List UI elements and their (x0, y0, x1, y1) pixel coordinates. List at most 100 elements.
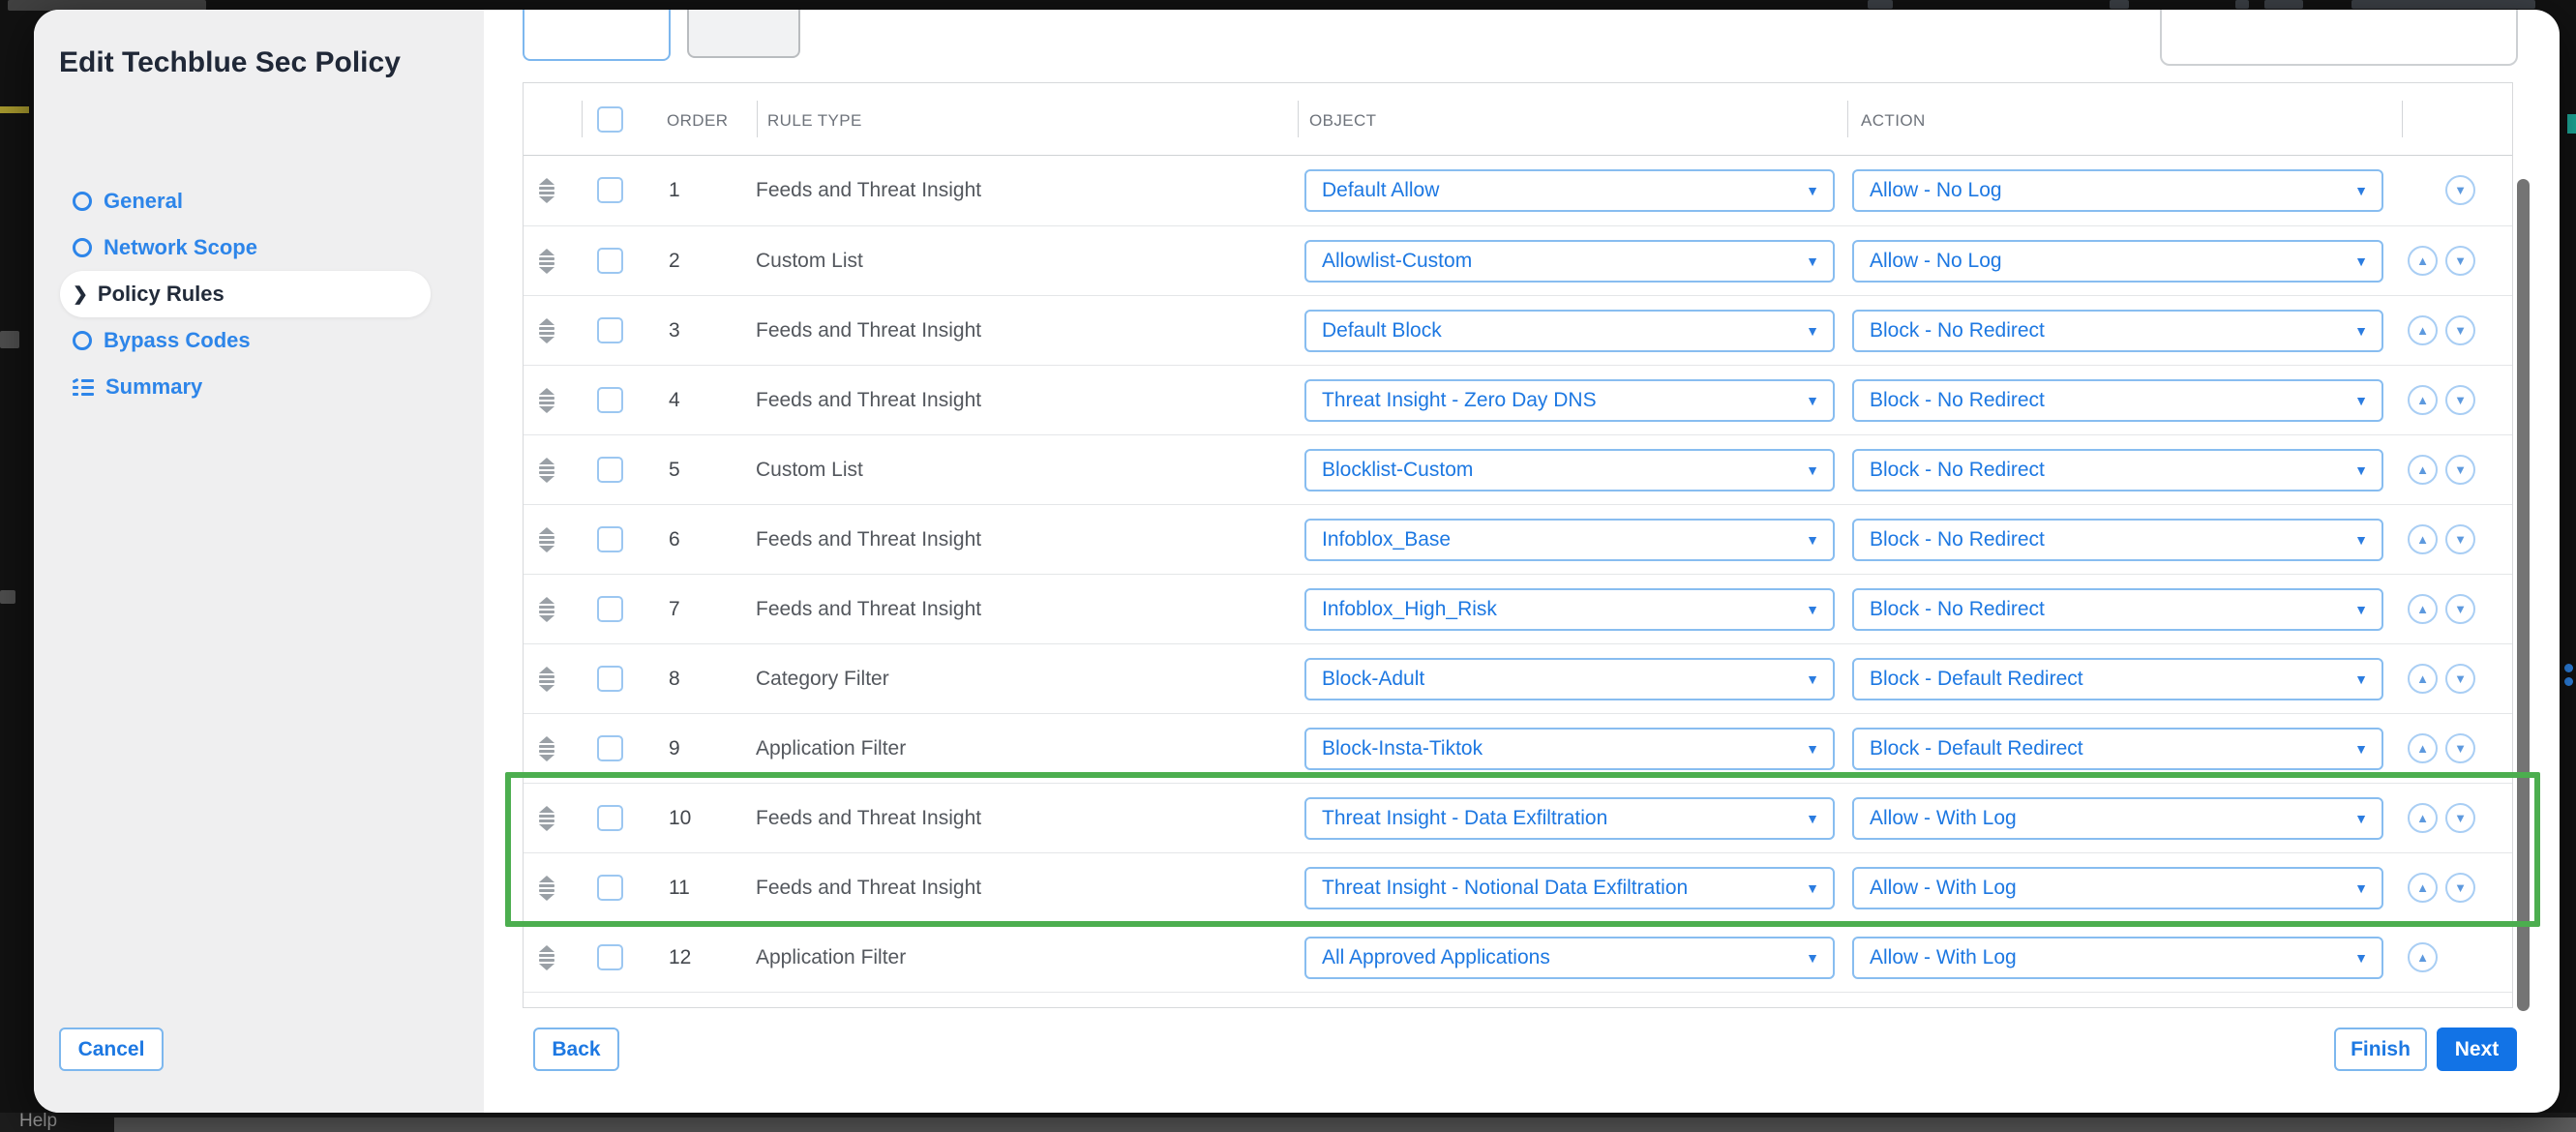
drag-handle-icon[interactable] (539, 178, 554, 203)
move-up-button[interactable]: ▲ (2408, 315, 2438, 345)
move-down-button[interactable]: ▼ (2445, 733, 2475, 763)
cancel-button[interactable]: Cancel (59, 1028, 164, 1071)
select-all-checkbox[interactable] (597, 106, 623, 133)
object-dropdown[interactable]: Block-Adult ▼ (1304, 658, 1835, 700)
drag-handle-icon[interactable] (539, 945, 554, 970)
action-dropdown[interactable]: Block - No Redirect ▼ (1852, 379, 2383, 422)
row-checkbox[interactable] (597, 526, 623, 552)
move-up-button[interactable]: ▲ (2408, 246, 2438, 276)
back-button[interactable]: Back (533, 1028, 619, 1071)
sidebar-item-bypass-codes[interactable]: Bypass Codes (34, 317, 484, 364)
object-dropdown[interactable]: Allowlist-Custom ▼ (1304, 240, 1835, 283)
row-checkbox[interactable] (597, 875, 623, 901)
rule-type: Application Filter (756, 946, 906, 969)
action-dropdown[interactable]: Block - No Redirect ▼ (1852, 310, 2383, 352)
object-dropdown[interactable]: Infoblox_Base ▼ (1304, 519, 1835, 561)
cut-off-search-input[interactable] (2160, 10, 2518, 66)
drag-handle-icon[interactable] (539, 388, 554, 413)
drag-handle-icon[interactable] (539, 806, 554, 831)
row-checkbox[interactable] (597, 317, 623, 343)
caret-down-icon: ▼ (2354, 323, 2368, 339)
move-up-button[interactable]: ▲ (2408, 594, 2438, 624)
action-dropdown[interactable]: Block - Default Redirect ▼ (1852, 728, 2383, 770)
help-link[interactable]: Help (19, 1111, 57, 1132)
drag-handle-icon[interactable] (539, 458, 554, 483)
move-up-button[interactable]: ▲ (2408, 873, 2438, 903)
row-checkbox[interactable] (597, 944, 623, 970)
move-up-button[interactable]: ▲ (2408, 733, 2438, 763)
action-dropdown[interactable]: Allow - No Log ▼ (1852, 169, 2383, 212)
move-up-button[interactable]: ▲ (2408, 524, 2438, 554)
move-up-button[interactable]: ▲ (2408, 455, 2438, 485)
move-up-button[interactable]: ▲ (2408, 942, 2438, 972)
action-dropdown[interactable]: Allow - With Log ▼ (1852, 797, 2383, 840)
row-checkbox[interactable] (597, 387, 623, 413)
move-down-button[interactable]: ▼ (2445, 455, 2475, 485)
object-dropdown[interactable]: Default Block ▼ (1304, 310, 1835, 352)
sidebar-item-general[interactable]: General (34, 178, 484, 224)
move-down-button[interactable]: ▼ (2445, 664, 2475, 694)
drag-handle-icon[interactable] (539, 318, 554, 343)
object-dropdown[interactable]: Block-Insta-Tiktok ▼ (1304, 728, 1835, 770)
step-circle-icon (73, 238, 92, 257)
row-checkbox[interactable] (597, 735, 623, 761)
object-dropdown[interactable]: Infoblox_High_Risk ▼ (1304, 588, 1835, 631)
sidebar-item-summary[interactable]: Summary (34, 364, 484, 410)
move-up-button[interactable]: ▲ (2408, 803, 2438, 833)
object-dropdown[interactable]: All Approved Applications ▼ (1304, 937, 1835, 979)
table-header: ORDER RULE TYPE OBJECT ACTION (524, 83, 2512, 156)
row-checkbox[interactable] (597, 248, 623, 274)
row-checkbox[interactable] (597, 666, 623, 692)
background-horizontal-scrollbar[interactable] (114, 1117, 2576, 1132)
object-dropdown[interactable]: Threat Insight - Notional Data Exfiltrat… (1304, 867, 1835, 909)
rule-type: Feeds and Threat Insight (756, 319, 981, 343)
row-checkbox[interactable] (597, 596, 623, 622)
move-down-button[interactable]: ▼ (2445, 524, 2475, 554)
row-checkbox[interactable] (597, 457, 623, 483)
drag-handle-icon[interactable] (539, 597, 554, 622)
row-checkbox[interactable] (597, 177, 623, 203)
sidebar-item-network-scope[interactable]: Network Scope (34, 224, 484, 271)
rule-type: Feeds and Threat Insight (756, 389, 981, 412)
move-up-button[interactable]: ▲ (2408, 385, 2438, 415)
move-down-button[interactable]: ▼ (2445, 385, 2475, 415)
action-dropdown[interactable]: Allow - With Log ▼ (1852, 867, 2383, 909)
object-dropdown[interactable]: Threat Insight - Zero Day DNS ▼ (1304, 379, 1835, 422)
background-nav-fragment (0, 331, 19, 348)
move-down-button[interactable]: ▼ (2445, 246, 2475, 276)
move-down-button[interactable]: ▼ (2445, 594, 2475, 624)
caret-down-icon: ▼ (2354, 602, 2368, 617)
action-dropdown[interactable]: Block - No Redirect ▼ (1852, 519, 2383, 561)
rule-type: Feeds and Threat Insight (756, 807, 981, 830)
drag-handle-icon[interactable] (539, 249, 554, 274)
move-down-button[interactable]: ▼ (2445, 315, 2475, 345)
object-dropdown[interactable]: Blocklist-Custom ▼ (1304, 449, 1835, 492)
table-footer-strip (524, 992, 2512, 1008)
cut-off-toolbar-button-primary[interactable] (523, 10, 671, 61)
move-down-button[interactable]: ▼ (2445, 873, 2475, 903)
drag-handle-icon[interactable] (539, 667, 554, 692)
object-dropdown[interactable]: Default Allow ▼ (1304, 169, 1835, 212)
caret-down-icon: ▼ (1806, 532, 1819, 548)
sidebar-item-policy-rules[interactable]: ❯ Policy Rules (60, 271, 431, 317)
move-down-button[interactable]: ▼ (2445, 175, 2475, 205)
action-dropdown[interactable]: Block - Default Redirect ▼ (1852, 658, 2383, 700)
action-dropdown-value: Block - No Redirect (1870, 319, 2045, 343)
drag-handle-icon[interactable] (539, 876, 554, 901)
action-dropdown[interactable]: Block - No Redirect ▼ (1852, 449, 2383, 492)
action-dropdown[interactable]: Allow - No Log ▼ (1852, 240, 2383, 283)
caret-down-icon: ▼ (1806, 741, 1819, 757)
object-dropdown[interactable]: Threat Insight - Data Exfiltration ▼ (1304, 797, 1835, 840)
cut-off-toolbar-button-secondary[interactable] (687, 10, 800, 58)
move-down-button[interactable]: ▼ (2445, 803, 2475, 833)
drag-handle-icon[interactable] (539, 527, 554, 552)
row-checkbox[interactable] (597, 805, 623, 831)
next-button[interactable]: Next (2437, 1028, 2517, 1071)
rule-order: 2 (669, 250, 680, 273)
move-up-button[interactable]: ▲ (2408, 664, 2438, 694)
action-dropdown[interactable]: Allow - With Log ▼ (1852, 937, 2383, 979)
finish-button[interactable]: Finish (2334, 1028, 2427, 1071)
action-dropdown[interactable]: Block - No Redirect ▼ (1852, 588, 2383, 631)
table-vertical-scrollbar[interactable] (2517, 179, 2530, 1011)
drag-handle-icon[interactable] (539, 736, 554, 761)
